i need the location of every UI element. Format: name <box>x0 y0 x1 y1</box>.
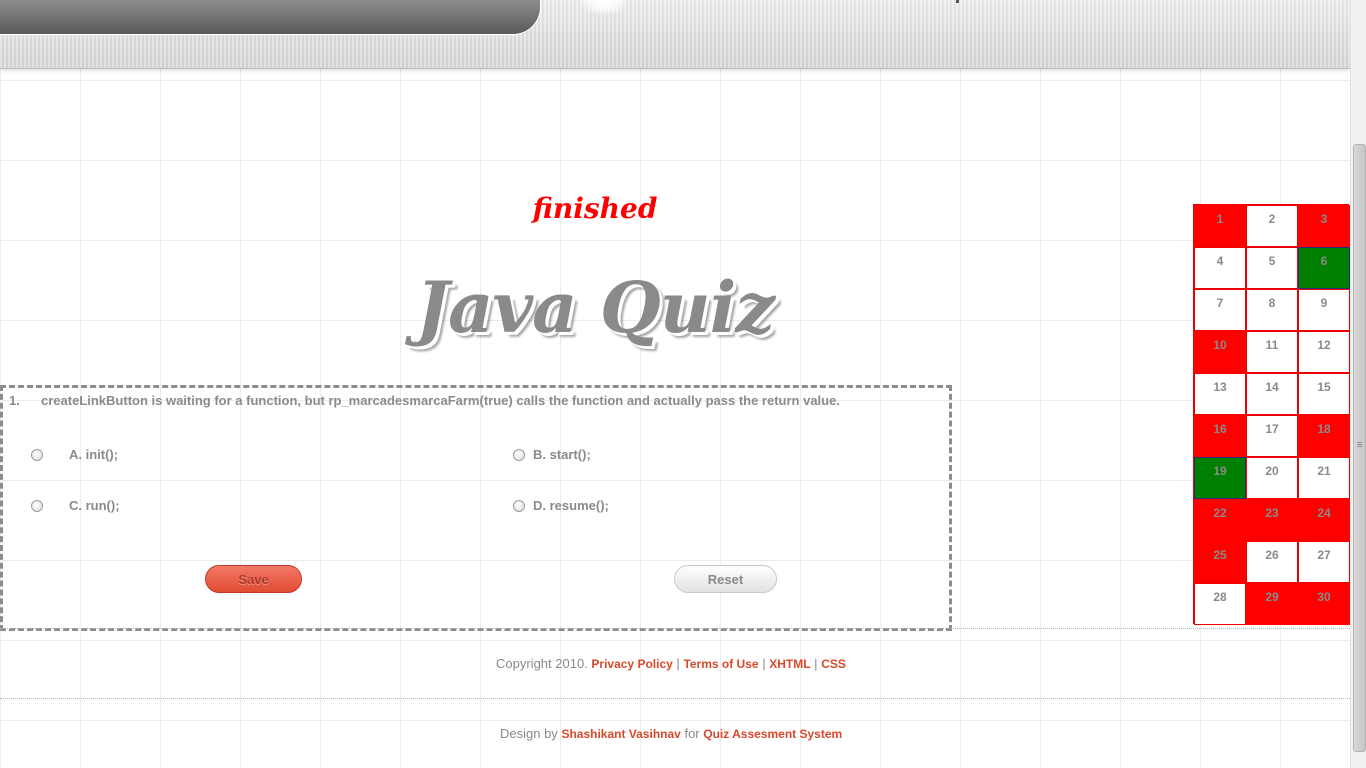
question-cell[interactable]: 14 <box>1246 373 1298 415</box>
option-a-radio[interactable] <box>31 448 43 461</box>
option-a-label[interactable]: A. init(); <box>69 447 118 462</box>
question-cell[interactable]: 23 <box>1246 499 1298 541</box>
question-text: createLinkButton is waiting for a functi… <box>41 393 840 408</box>
question-cell[interactable]: 15 <box>1298 373 1350 415</box>
footer-copyright-line: Copyright 2010. Privacy Policy | Terms o… <box>496 656 846 671</box>
question-cell[interactable]: 25 <box>1194 541 1246 583</box>
question-cell[interactable]: 8 <box>1246 289 1298 331</box>
question-cell[interactable]: 22 <box>1194 499 1246 541</box>
xhtml-link[interactable]: XHTML <box>769 657 810 671</box>
question-cell[interactable]: 11 <box>1246 331 1298 373</box>
question-cell[interactable]: 27 <box>1298 541 1350 583</box>
scrollbar-grip-icon <box>1357 442 1362 443</box>
page-title: Java Quiz <box>415 266 775 349</box>
option-a[interactable]: A. init(); <box>31 447 118 462</box>
option-c[interactable]: C. run(); <box>31 498 120 513</box>
vertical-scrollbar[interactable] <box>1350 0 1366 768</box>
css-link[interactable]: CSS <box>821 657 846 671</box>
question-cell[interactable]: 6 <box>1298 247 1350 289</box>
question-cell[interactable]: 29 <box>1246 583 1298 625</box>
footer-divider-bottom <box>0 698 1350 699</box>
copyright-text: Copyright 2010. <box>496 656 588 671</box>
footer-separator: | <box>676 656 680 671</box>
question-cell[interactable]: 3 <box>1298 205 1350 247</box>
question-cell[interactable]: 7 <box>1194 289 1246 331</box>
question-cell[interactable]: 16 <box>1194 415 1246 457</box>
question-panel: 1. createLinkButton is waiting for a fun… <box>0 385 952 631</box>
question-cell[interactable]: 17 <box>1246 415 1298 457</box>
option-b[interactable]: B. start(); <box>513 447 591 462</box>
question-cell[interactable]: 2 <box>1246 205 1298 247</box>
privacy-policy-link[interactable]: Privacy Policy <box>591 657 672 671</box>
scrollbar-thumb[interactable] <box>1353 144 1366 752</box>
question-cell[interactable]: 30 <box>1298 583 1350 625</box>
option-d-label[interactable]: D. resume(); <box>533 498 609 513</box>
reset-button[interactable]: Reset <box>674 565 777 593</box>
question-cell[interactable]: 20 <box>1246 457 1298 499</box>
question-cell[interactable]: 1 <box>1194 205 1246 247</box>
footer-separator: | <box>762 656 766 671</box>
header-band <box>0 0 1350 69</box>
question-cell[interactable]: 12 <box>1298 331 1350 373</box>
question-cell[interactable]: 19 <box>1194 457 1246 499</box>
question-cell[interactable]: 18 <box>1298 415 1350 457</box>
design-by-text: Design by <box>500 726 558 741</box>
question-cell[interactable]: 24 <box>1298 499 1350 541</box>
option-d[interactable]: D. resume(); <box>513 498 609 513</box>
quiz-status: finished <box>532 192 658 225</box>
option-b-label[interactable]: B. start(); <box>533 447 591 462</box>
question-cell[interactable]: 10 <box>1194 331 1246 373</box>
question-number: 1. <box>9 393 20 408</box>
option-c-radio[interactable] <box>31 499 43 512</box>
question-cell[interactable]: 4 <box>1194 247 1246 289</box>
footer-credits-line: Design by Shashikant Vasihnav for Quiz A… <box>500 726 842 741</box>
question-cell[interactable]: 28 <box>1194 583 1246 625</box>
terms-of-use-link[interactable]: Terms of Use <box>683 657 758 671</box>
question-navigator: 1 2 3 4 5 6 7 8 9 10 11 12 13 14 15 16 17 18 19 20 21 22 23 24 2… <box>1193 204 1350 625</box>
footer-divider <box>0 628 1350 629</box>
footer-separator: | <box>814 656 818 671</box>
author-link[interactable]: Shashikant Vasihnav <box>561 727 680 741</box>
system-link[interactable]: Quiz Assesment System <box>703 727 842 741</box>
option-d-radio[interactable] <box>513 499 525 512</box>
save-button[interactable]: Save <box>205 565 302 593</box>
question-cell[interactable]: 5 <box>1246 247 1298 289</box>
for-text: for <box>684 726 700 741</box>
question-cell[interactable]: 13 <box>1194 373 1246 415</box>
question-cell[interactable]: 9 <box>1298 289 1350 331</box>
header-mark <box>956 0 959 3</box>
question-cell[interactable]: 21 <box>1298 457 1350 499</box>
header-tab <box>0 0 541 35</box>
question-cell[interactable]: 26 <box>1246 541 1298 583</box>
option-b-radio[interactable] <box>513 448 525 461</box>
option-c-label[interactable]: C. run(); <box>69 498 120 513</box>
